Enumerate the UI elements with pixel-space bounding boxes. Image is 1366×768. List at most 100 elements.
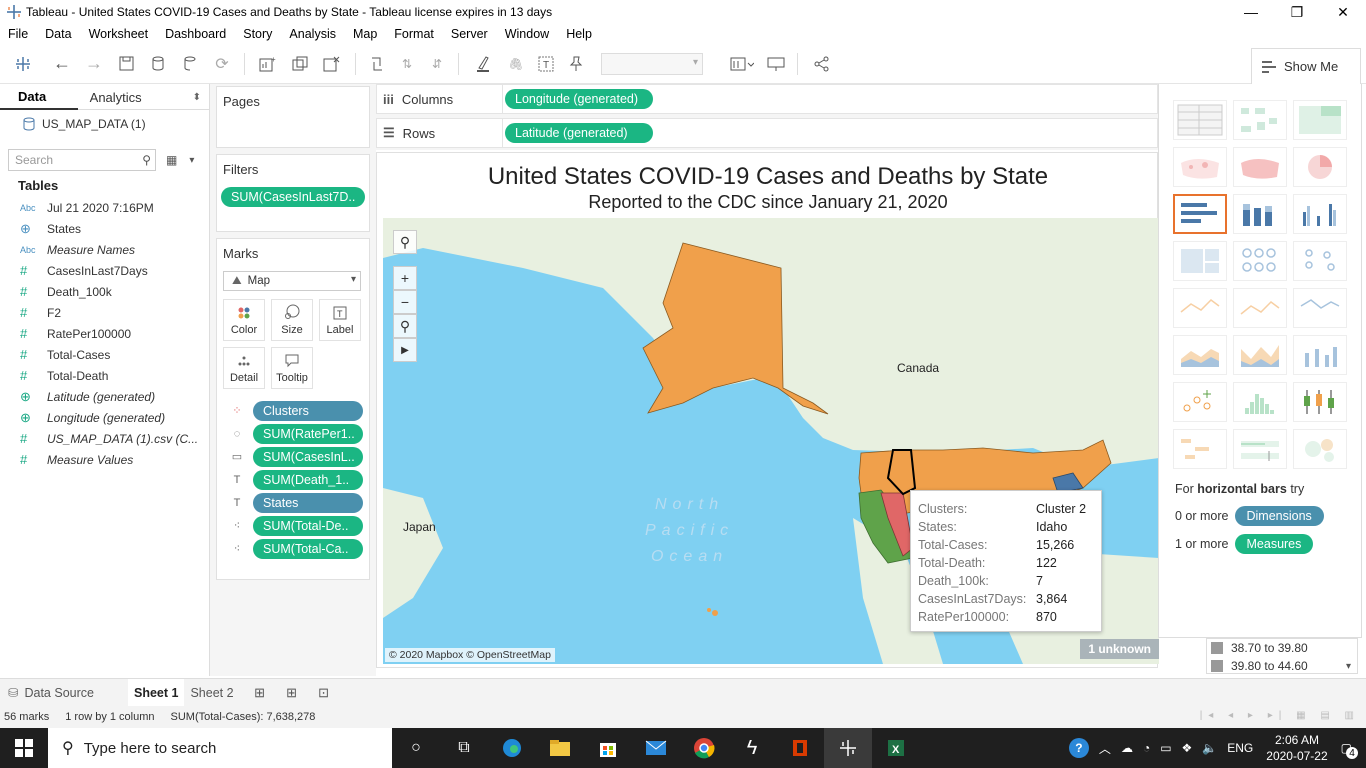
task-view-icon[interactable]: ⧉ [440,728,488,768]
taskbar-search-input[interactable]: ⚲ Type here to search [48,728,392,768]
sort-ascending-icon[interactable]: ⇅ [392,49,422,79]
field-item[interactable]: ⊕ States [0,218,209,239]
mark-item[interactable]: ⁖ SUM(Total-Ca.. [229,537,369,560]
help-icon[interactable]: ? [1068,738,1089,758]
mark-item[interactable]: ▭ SUM(CasesInL.. [229,445,369,468]
menu-file[interactable]: File [8,27,28,41]
datasource-item[interactable]: US_MAP_DATA (1) [0,110,209,138]
dropbox-icon[interactable]: ❖ [1182,741,1193,755]
zoom-out-icon[interactable]: − [393,290,417,314]
tab-sheet-1[interactable]: Sheet 1 [128,678,185,707]
legend-item[interactable]: 39.80 to 44.60 ▾ [1207,657,1357,675]
new-datasource-icon[interactable] [142,49,174,79]
mark-pill[interactable]: SUM(RatePer1.. [253,423,363,444]
menu-data[interactable]: Data [45,27,71,41]
scroll-down-icon[interactable]: ▾ [1346,661,1351,672]
save-icon[interactable] [110,49,142,79]
heat-map-chart-icon[interactable] [1233,100,1287,140]
group-members-icon[interactable]: 🖇 [501,49,531,79]
view-toggle-icon[interactable]: ▦ [166,153,177,167]
mark-item[interactable]: ⁘ Clusters [229,399,369,422]
swap-rows-columns-icon[interactable] [362,49,392,79]
volume-icon[interactable]: 🔈 [1202,741,1217,755]
packed-bubbles-chart-icon[interactable] [1293,429,1347,469]
mark-item[interactable]: ◌ SUM(RatePer1.. [229,422,369,445]
field-item[interactable]: # Total-Cases [0,344,209,365]
minimize-button[interactable]: — [1228,0,1274,24]
share-icon[interactable] [804,49,840,79]
menu-help[interactable]: Help [566,27,592,41]
pause-updates-icon[interactable] [174,49,206,79]
data-source-tab[interactable]: ⛁ Data Source [0,685,128,701]
show-me-button[interactable]: Show Me [1251,48,1361,84]
size-button[interactable]: Size [271,299,313,341]
field-item[interactable]: # CasesInLast7Days [0,260,209,281]
presentation-mode-icon[interactable] [761,49,791,79]
menu-dashboard[interactable]: Dashboard [165,27,226,41]
field-item[interactable]: # US_MAP_DATA (1).csv (C... [0,428,209,449]
map-search-icon[interactable]: ⚲ [393,230,417,254]
tab-data[interactable]: Data [0,84,78,110]
new-worksheet-icon[interactable]: ⊞ [248,685,272,701]
side-by-side-circles-chart-icon[interactable] [1293,241,1347,281]
dual-combination-chart-icon[interactable] [1293,335,1347,375]
tableau-taskbar-icon[interactable] [824,728,872,768]
tableau-home-icon[interactable] [0,49,46,79]
histogram-chart-icon[interactable] [1233,382,1287,422]
pie-chart-icon[interactable] [1293,147,1347,187]
color-button[interactable]: Color [223,299,265,341]
filters-card[interactable]: Filters SUM(CasesInLast7D.. [216,154,370,232]
sheet-navigation[interactable]: |◂ ◂ ▸ ▸| ▦ ▤ ▥ [1200,710,1360,721]
field-item[interactable]: ⊕ Latitude (generated) [0,386,209,407]
refresh-icon[interactable]: ⟳ [206,49,238,79]
filled-map-chart-icon[interactable] [1233,147,1287,187]
maximize-button[interactable]: ❐ [1274,0,1320,24]
sort-descending-icon[interactable]: ⇵ [422,49,452,79]
undo-icon[interactable]: ← [46,49,78,79]
new-worksheet-icon[interactable]: + [251,49,285,79]
field-item[interactable]: Abc Jul 21 2020 7:16PM [0,197,209,218]
field-item[interactable]: # Measure Values [0,449,209,470]
tab-analytics[interactable]: Analytics ⬍ [78,84,209,110]
menu-story[interactable]: Story [243,27,272,41]
windows-start-icon[interactable] [0,728,48,768]
pin-icon[interactable]: ⚲ [393,314,417,338]
new-dashboard-icon[interactable]: ⊞ [280,685,304,701]
pages-card[interactable]: Pages [216,86,370,148]
highlight-table-chart-icon[interactable] [1293,100,1347,140]
lines-continuous-chart-icon[interactable] [1173,288,1227,328]
rows-shelf[interactable]: ☰ Rows Latitude (generated) [376,118,1158,148]
detail-button[interactable]: Detail [223,347,265,389]
duplicate-sheet-icon[interactable] [285,49,315,79]
field-item[interactable]: Abc Measure Names [0,239,209,260]
mark-pill[interactable]: Clusters [253,400,363,421]
store-icon[interactable] [584,728,632,768]
mark-item[interactable]: ⁖ SUM(Total-De.. [229,514,369,537]
gantt-chart-icon[interactable] [1173,429,1227,469]
mark-pill[interactable]: SUM(CasesInL.. [253,446,363,467]
clock[interactable]: 2:06 AM 2020-07-22 [1266,732,1327,764]
menu-window[interactable]: Window [505,27,549,41]
box-whisker-chart-icon[interactable] [1293,382,1347,422]
wifi-icon[interactable]: ◔ [1143,741,1150,755]
mark-pill[interactable]: SUM(Total-De.. [253,515,363,536]
columns-shelf[interactable]: iii Columns Longitude (generated) [376,84,1158,114]
lines-discrete-chart-icon[interactable] [1233,288,1287,328]
menu-map[interactable]: Map [353,27,377,41]
chevron-up-icon[interactable]: ︿ [1099,740,1111,757]
symbol-map-chart-icon[interactable] [1173,147,1227,187]
app-icon[interactable]: ϟ [728,728,776,768]
mail-icon[interactable] [632,728,680,768]
menu-dropdown-icon[interactable]: ▾ [189,155,194,166]
file-explorer-icon[interactable] [536,728,584,768]
menu-worksheet[interactable]: Worksheet [89,27,149,41]
bullet-graph-chart-icon[interactable] [1233,429,1287,469]
fix-axes-icon[interactable] [561,49,591,79]
battery-icon[interactable]: ▭ [1160,741,1171,755]
mark-type-dropdown[interactable]: ⛰ Map [223,271,361,291]
stacked-bars-chart-icon[interactable] [1233,194,1287,234]
field-item[interactable]: # Death_100k [0,281,209,302]
tooltip-button[interactable]: Tooltip [271,347,313,389]
treemap-chart-icon[interactable] [1173,241,1227,281]
search-input[interactable]: Search ⚲ [8,149,156,171]
